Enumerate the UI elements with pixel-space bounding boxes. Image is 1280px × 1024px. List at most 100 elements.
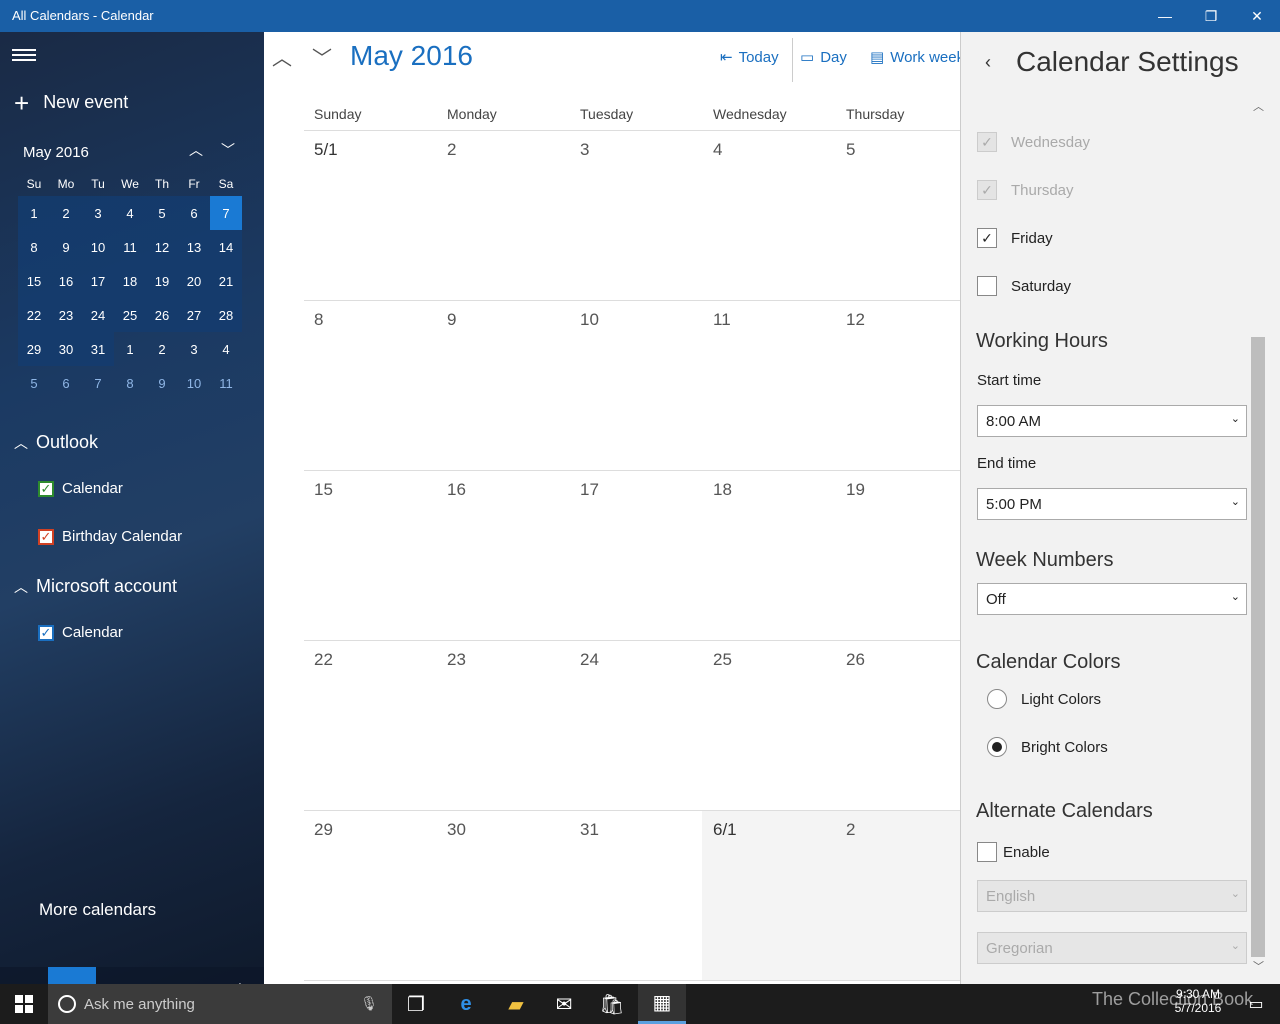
radio-circle[interactable] <box>987 689 1007 709</box>
hamburger-menu-icon[interactable] <box>12 46 36 66</box>
month-day-number[interactable]: 15 <box>314 480 333 500</box>
mini-calendar-day[interactable]: 13 <box>178 230 210 264</box>
day-view-button[interactable]: ▭ Day <box>800 48 847 67</box>
month-day-number[interactable]: 31 <box>580 820 599 840</box>
mini-calendar-day[interactable]: 20 <box>178 264 210 298</box>
mini-calendar-day[interactable]: 15 <box>18 264 50 298</box>
scrollbar-thumb[interactable] <box>1251 337 1265 957</box>
mini-calendar-day[interactable]: 8 <box>114 366 146 400</box>
mini-calendar-day[interactable]: 4 <box>210 332 242 366</box>
mini-calendar-day[interactable]: 6 <box>178 196 210 230</box>
mini-calendar-day[interactable]: 1 <box>18 196 50 230</box>
minimize-button[interactable]: — <box>1142 0 1188 32</box>
month-day-number[interactable]: 17 <box>580 480 599 500</box>
month-day-number[interactable]: 25 <box>713 650 732 670</box>
mini-calendar-day[interactable]: 27 <box>178 298 210 332</box>
mini-calendar-day[interactable]: 2 <box>146 332 178 366</box>
checkbox-box[interactable] <box>977 842 997 862</box>
calendar-item-birthday-calendar[interactable]: ✓ Birthday Calendar <box>38 528 182 545</box>
month-day-number[interactable]: 5 <box>846 140 855 160</box>
mini-calendar-day[interactable]: 6 <box>50 366 82 400</box>
month-day-number[interactable]: 9 <box>447 310 456 330</box>
previous-month-icon[interactable]: ︿ <box>272 42 292 71</box>
mini-calendar-day[interactable]: 5 <box>18 366 50 400</box>
end-time-select[interactable]: 5:00 PM ⌄ <box>977 488 1247 520</box>
next-month-icon[interactable]: ﹀ <box>312 42 332 71</box>
month-day-number[interactable]: 11 <box>713 310 731 330</box>
calendar-checkbox[interactable]: ✓ <box>38 528 54 545</box>
day-checkbox-saturday[interactable]: Saturday <box>977 276 1071 296</box>
day-checkbox-friday[interactable]: ✓ Friday <box>977 228 1053 248</box>
mini-calendar-month[interactable]: May 2016 <box>23 144 89 161</box>
calendar-checkbox[interactable]: ✓ <box>38 624 54 641</box>
mini-calendar-day[interactable]: 10 <box>82 230 114 264</box>
month-day-number[interactable]: 23 <box>447 650 466 670</box>
mini-calendar-day[interactable]: 4 <box>114 196 146 230</box>
file-explorer-icon[interactable]: ▰ <box>492 984 540 1024</box>
mail-app-icon[interactable]: ✉ <box>540 984 588 1024</box>
mini-calendar-day[interactable]: 29 <box>18 332 50 366</box>
mini-calendar-day[interactable]: 28 <box>210 298 242 332</box>
mini-calendar-day[interactable]: 5 <box>146 196 178 230</box>
month-day-number[interactable]: 8 <box>314 310 323 330</box>
calendar-checkbox[interactable]: ✓ <box>38 480 54 497</box>
month-day-number[interactable]: 16 <box>447 480 466 500</box>
radio-circle[interactable] <box>987 737 1007 757</box>
back-arrow-icon[interactable]: ‹ <box>985 52 991 73</box>
restore-button[interactable]: ❐ <box>1188 0 1234 32</box>
month-day-number[interactable]: 22 <box>314 650 333 670</box>
checkbox-box[interactable]: ✓ <box>977 180 997 200</box>
checkbox-box[interactable] <box>977 276 997 296</box>
mini-calendar-day[interactable]: 12 <box>146 230 178 264</box>
checkbox-box[interactable]: ✓ <box>977 228 997 248</box>
mini-calendar-day[interactable]: 24 <box>82 298 114 332</box>
mini-calendar-day[interactable]: 7 <box>210 196 242 230</box>
clock[interactable]: 9:30 AM 5/7/2016 <box>1168 987 1228 1015</box>
month-day-number[interactable]: 29 <box>314 820 333 840</box>
month-day-number[interactable]: 2 <box>846 820 855 840</box>
more-calendars-link[interactable]: More calendars <box>39 900 156 920</box>
week-numbers-select[interactable]: Off ⌄ <box>977 583 1247 615</box>
month-day-number[interactable]: 30 <box>447 820 466 840</box>
mini-calendar-day[interactable]: 14 <box>210 230 242 264</box>
scroll-down-icon[interactable]: ﹀ <box>1253 958 1264 974</box>
mini-calendar-day[interactable]: 2 <box>50 196 82 230</box>
month-day-number[interactable]: 4 <box>713 140 722 160</box>
mini-calendar-day[interactable]: 22 <box>18 298 50 332</box>
mini-calendar-day[interactable]: 26 <box>146 298 178 332</box>
month-day-number[interactable]: 12 <box>846 310 865 330</box>
month-day-number[interactable]: 19 <box>846 480 865 500</box>
mini-calendar-day[interactable]: 19 <box>146 264 178 298</box>
mini-calendar-day[interactable]: 9 <box>146 366 178 400</box>
month-day-number[interactable]: 6/1 <box>713 820 737 840</box>
mini-calendar-day[interactable]: 8 <box>18 230 50 264</box>
task-view-icon[interactable]: ❐ <box>392 984 440 1024</box>
month-day-number[interactable]: 3 <box>580 140 589 160</box>
mini-calendar-day[interactable]: 11 <box>114 230 146 264</box>
calendar-taskbar-icon[interactable]: ▦ <box>638 984 686 1024</box>
bright-colors-radio[interactable]: Bright Colors <box>987 737 1108 757</box>
month-title[interactable]: May 2016 <box>350 40 473 72</box>
mini-calendar-prev-icon[interactable]: ︿ <box>184 140 208 160</box>
calendar-item-outlook-calendar[interactable]: ✓ Calendar <box>38 480 123 497</box>
mini-calendar-day[interactable]: 11 <box>210 366 242 400</box>
mini-calendar-day[interactable]: 17 <box>82 264 114 298</box>
start-time-select[interactable]: 8:00 AM ⌄ <box>977 405 1247 437</box>
mini-calendar-day[interactable]: 10 <box>178 366 210 400</box>
microphone-icon[interactable]: 🎙 <box>360 995 378 1012</box>
calendar-item-microsoft-calendar[interactable]: ✓ Calendar <box>38 624 123 641</box>
scroll-up-icon[interactable]: ︿ <box>1253 98 1264 114</box>
mini-calendar-day[interactable]: 3 <box>82 196 114 230</box>
month-day-number[interactable]: 24 <box>580 650 599 670</box>
month-day-number[interactable]: 10 <box>580 310 599 330</box>
close-button[interactable]: ✕ <box>1234 0 1280 32</box>
mini-calendar-day[interactable]: 25 <box>114 298 146 332</box>
day-checkbox-thursday[interactable]: ✓ Thursday <box>977 180 1074 200</box>
mini-calendar-day[interactable]: 30 <box>50 332 82 366</box>
mini-calendar-day[interactable]: 23 <box>50 298 82 332</box>
mini-calendar-day[interactable]: 18 <box>114 264 146 298</box>
mini-calendar-day[interactable]: 16 <box>50 264 82 298</box>
alternate-calendar-type-select[interactable]: Gregorian ⌄ <box>977 932 1247 964</box>
month-day-number[interactable]: 18 <box>713 480 732 500</box>
mini-calendar-day[interactable]: 31 <box>82 332 114 366</box>
